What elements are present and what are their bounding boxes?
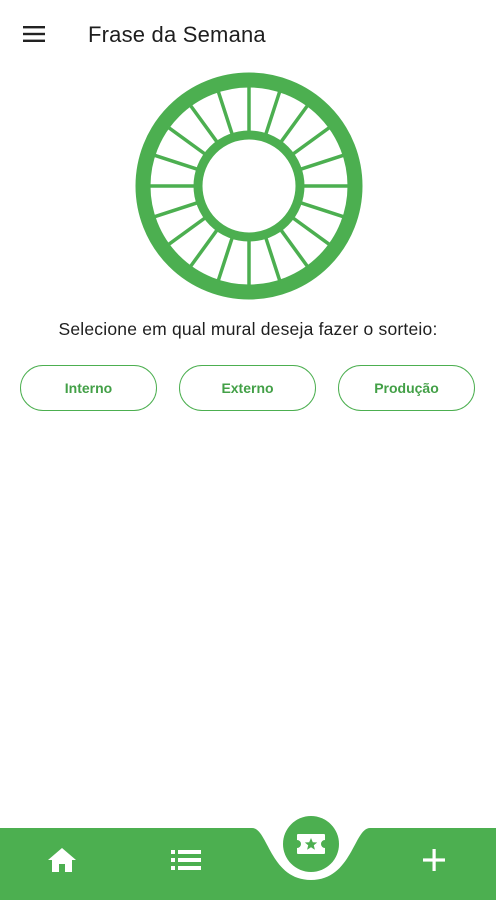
- list-icon: [171, 850, 201, 870]
- nav-list-button[interactable]: [162, 836, 210, 884]
- draw-prompt: Selecione em qual mural deseja fazer o s…: [58, 319, 438, 339]
- wheel-spoke: [153, 153, 199, 171]
- nav-add-button[interactable]: [410, 836, 458, 884]
- internal-mural-button[interactable]: Interno: [20, 365, 157, 411]
- nav-home-button[interactable]: [38, 836, 86, 884]
- wheel-spoke: [291, 216, 331, 247]
- wheel-spoke: [279, 228, 310, 268]
- ticket-star-icon: [297, 834, 325, 854]
- wheel-spoke: [167, 216, 207, 247]
- add-icon: [423, 849, 445, 871]
- home-icon: [48, 848, 76, 872]
- wheel-spoke: [188, 104, 219, 144]
- wheel-spoke: [153, 201, 199, 219]
- wheel-spoke: [216, 90, 234, 136]
- app-bar: Frase da Semana: [0, 0, 496, 70]
- page-title: Frase da Semana: [88, 22, 266, 47]
- wheel-spoke: [188, 228, 219, 268]
- wheel-spoke: [264, 236, 282, 282]
- wheel-spoke: [216, 236, 234, 282]
- external-mural-button[interactable]: Externo: [179, 365, 316, 411]
- wheel-spoke: [291, 125, 331, 156]
- wheel-spoke: [279, 104, 310, 144]
- draw-ticket-fab[interactable]: [283, 816, 339, 872]
- bottom-nav-bar: [0, 810, 496, 900]
- wheel-spoke: [264, 90, 282, 136]
- prize-wheel-icon: [135, 72, 363, 300]
- production-mural-button[interactable]: Produção: [338, 365, 475, 411]
- hamburger-menu-icon: [23, 26, 45, 42]
- menu-button[interactable]: [14, 14, 54, 54]
- wheel-spoke: [299, 153, 345, 171]
- wheel-spoke: [167, 125, 207, 156]
- wheel-spoke: [299, 201, 345, 219]
